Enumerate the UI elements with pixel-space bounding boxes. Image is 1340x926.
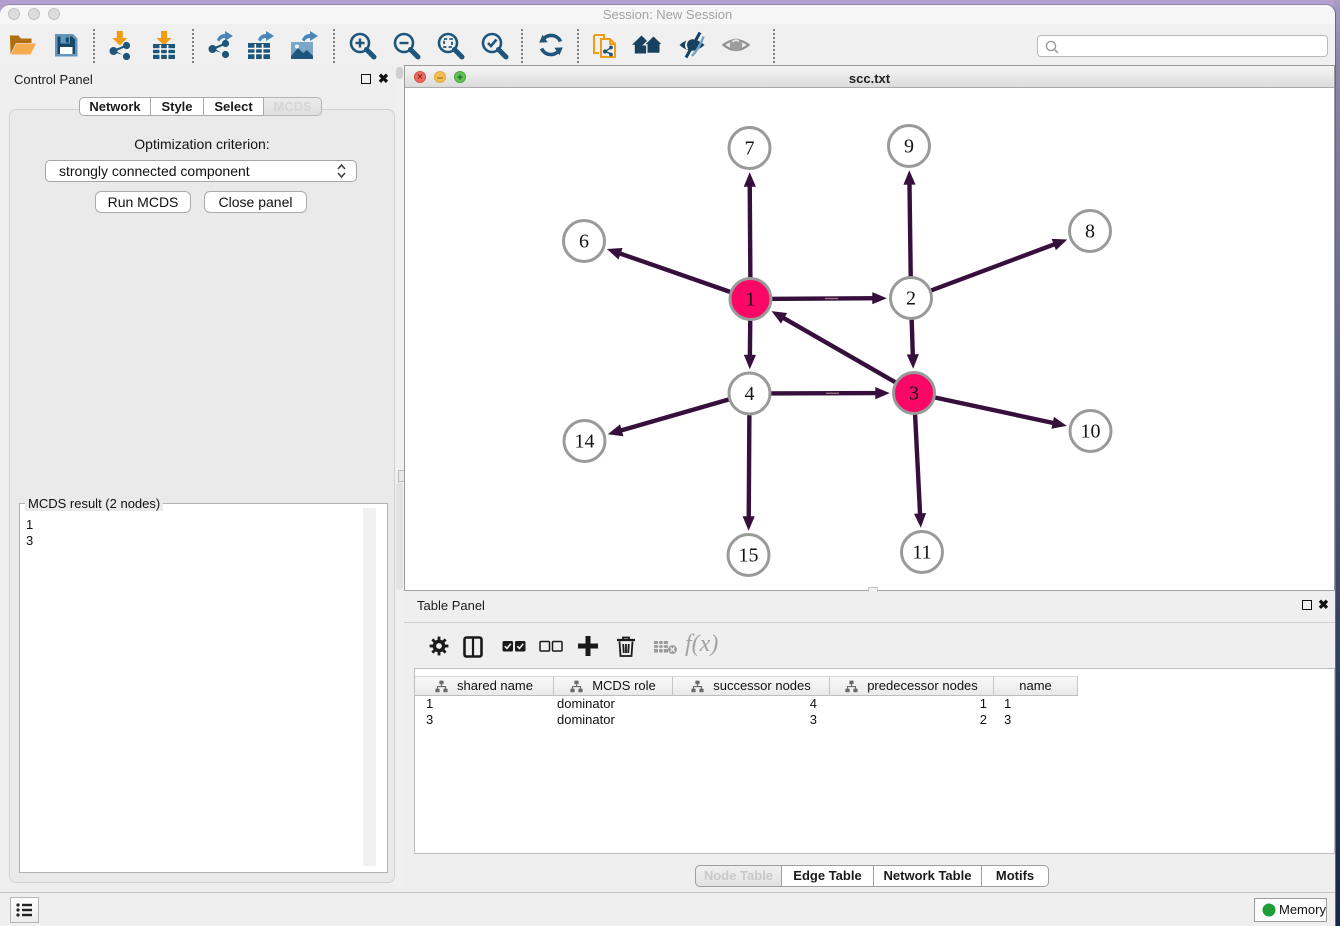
svg-text:7: 7 (745, 138, 755, 160)
svg-text:1: 1 (746, 289, 756, 311)
svg-text:11: 11 (912, 542, 931, 564)
svg-text:15: 15 (739, 545, 759, 567)
svg-text:4: 4 (745, 383, 755, 405)
svg-text:3: 3 (909, 383, 919, 405)
svg-text:14: 14 (575, 431, 595, 453)
svg-text:10: 10 (1081, 421, 1101, 443)
svg-text:9: 9 (904, 136, 914, 158)
svg-text:6: 6 (579, 231, 589, 253)
svg-text:2: 2 (906, 288, 916, 310)
svg-text:8: 8 (1085, 221, 1095, 243)
